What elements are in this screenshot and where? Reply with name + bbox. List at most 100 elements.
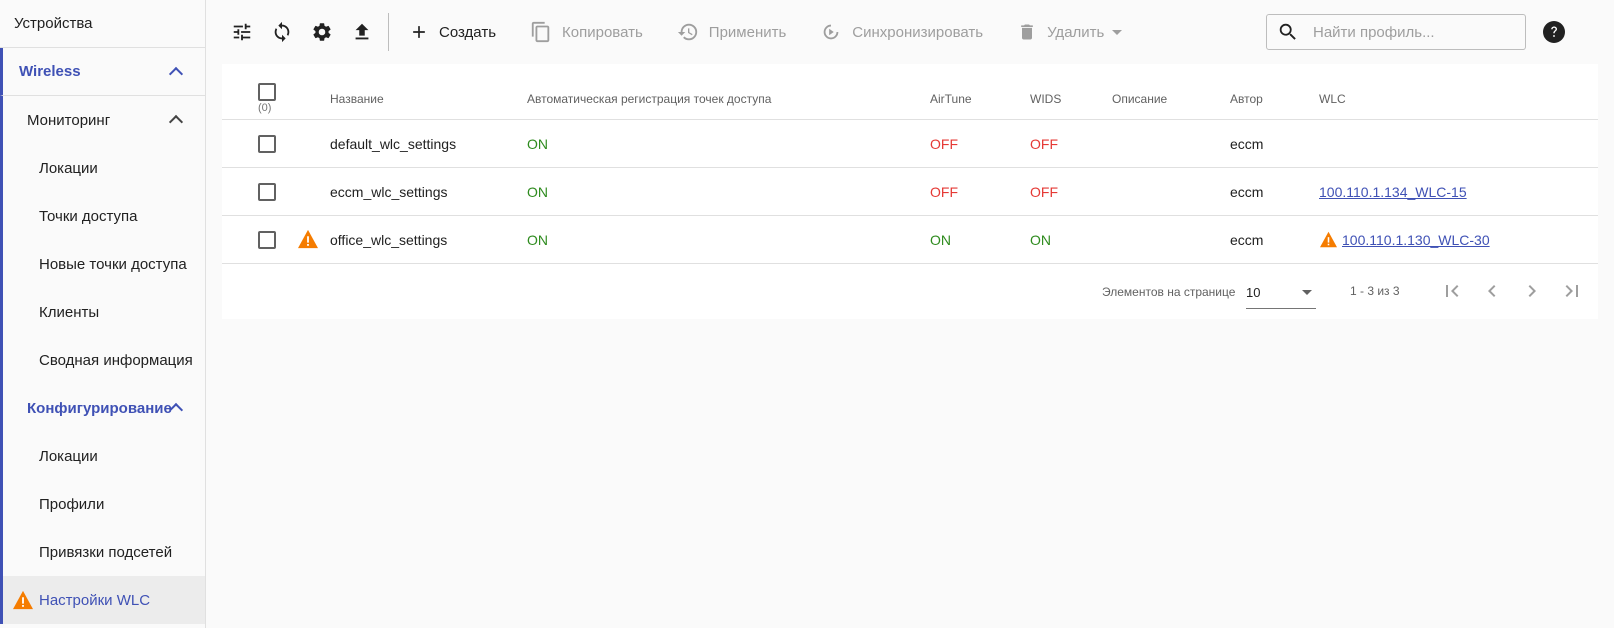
page-size-select[interactable]: 10 [1246, 279, 1316, 309]
warning-icon [1320, 231, 1337, 248]
table-row[interactable]: default_wlc_settings ON OFF OFF eccm [222, 120, 1598, 168]
sidebar-item-subnet-bindings[interactable]: Привязки подсетей [0, 528, 205, 576]
copy-button[interactable]: Копировать [526, 12, 655, 52]
row-checkbox[interactable] [258, 231, 276, 249]
wlc-link[interactable]: 100.110.1.134_WLC-15 [1319, 184, 1467, 200]
sidebar-item-label: Локации [39, 447, 98, 465]
cell-author: eccm [1230, 231, 1264, 248]
column-header-wids[interactable]: WIDS [1030, 92, 1061, 106]
page-size-label: Элементов на странице [1102, 285, 1236, 299]
sidebar: Устройства Wireless Мониторинг Локации Т… [0, 0, 206, 628]
page-range: 1 - 3 из 3 [1350, 284, 1400, 298]
cell-name: office_wlc_settings [330, 231, 448, 248]
cell-author: eccm [1230, 135, 1264, 152]
history-icon [677, 23, 697, 41]
chevron-up-icon [168, 114, 184, 130]
profiles-table: (0) Название Автоматическая регистрация … [222, 64, 1598, 319]
create-button-label: Создать [439, 23, 497, 41]
trash-icon [1021, 24, 1033, 40]
sidebar-section-wireless[interactable]: Wireless [0, 48, 205, 96]
sidebar-item-label: Новые точки доступа [39, 255, 187, 273]
settings-button[interactable] [302, 12, 342, 52]
sidebar-group-configuration[interactable]: Конфигурирование [0, 384, 205, 432]
sidebar-item-label: Привязки подсетей [39, 543, 173, 561]
delete-button[interactable]: Удалить [1013, 12, 1134, 52]
sidebar-group-label: Мониторинг [27, 111, 111, 129]
cell-wids: ON [1030, 231, 1051, 248]
table-row[interactable]: eccm_wlc_settings ON OFF OFF eccm 100.11… [222, 168, 1598, 216]
table-header: (0) Название Автоматическая регистрация … [222, 64, 1598, 120]
plus-icon [413, 26, 425, 38]
sync-icon [274, 21, 290, 43]
sidebar-item-label: Точки доступа [39, 207, 138, 225]
search-box [1266, 14, 1526, 50]
paginator: Элементов на странице 10 1 - 3 из 3 [222, 263, 1598, 319]
cell-airtune: ON [930, 231, 951, 248]
caret-down-icon [1112, 29, 1123, 35]
sidebar-item-config-locations[interactable]: Локации [0, 432, 205, 480]
cell-auto-registration: ON [527, 135, 548, 152]
upload-button[interactable] [342, 12, 382, 52]
sidebar-item-new-access-points[interactable]: Новые точки доступа [0, 240, 205, 288]
cell-wids: OFF [1030, 183, 1058, 200]
sidebar-item-profiles[interactable]: Профили [0, 480, 205, 528]
sync-button-label: Синхронизировать [852, 23, 984, 41]
sidebar-item-wlc-settings[interactable]: Настройки WLC [0, 576, 205, 624]
sidebar-item-label: Локации [39, 159, 98, 177]
warning-icon [298, 229, 318, 249]
next-page-icon[interactable] [1520, 279, 1544, 303]
cell-name: default_wlc_settings [330, 135, 457, 152]
sidebar-item-label: Устройства [14, 15, 93, 32]
upload-icon [355, 23, 369, 40]
help-icon[interactable] [1542, 20, 1566, 44]
cell-auto-registration: ON [527, 231, 548, 248]
warning-icon [13, 590, 33, 610]
filter-settings-button[interactable] [222, 12, 262, 52]
cell-name: eccm_wlc_settings [330, 183, 448, 200]
refresh-button[interactable] [262, 12, 302, 52]
column-header-author[interactable]: Автор [1230, 92, 1263, 106]
sidebar-group-label: Конфигурирование [27, 399, 172, 417]
cell-author: eccm [1230, 183, 1264, 200]
column-header-auto-registration[interactable]: Автоматическая регистрация точек доступа [527, 92, 771, 106]
select-all-checkbox[interactable] [258, 83, 276, 101]
copy-icon [531, 21, 550, 43]
row-checkbox[interactable] [258, 135, 276, 153]
sidebar-item-devices[interactable]: Устройства [0, 0, 205, 48]
sidebar-item-label: Клиенты [39, 303, 100, 321]
apply-button[interactable]: Применить [673, 12, 799, 52]
column-header-wlc[interactable]: WLC [1319, 92, 1346, 106]
wlc-link[interactable]: 100.110.1.130_WLC-30 [1342, 232, 1490, 248]
sidebar-item-summary[interactable]: Сводная информация [0, 336, 205, 384]
column-header-name[interactable]: Название [330, 92, 384, 106]
previous-page-icon[interactable] [1480, 279, 1504, 303]
chevron-up-icon [168, 66, 184, 81]
toolbar-divider [388, 13, 389, 51]
tune-icon [233, 23, 251, 41]
selected-count: (0) [258, 102, 272, 114]
first-page-icon[interactable] [1440, 279, 1464, 303]
sidebar-item-label: Профили [39, 495, 105, 513]
sidebar-item-access-points[interactable]: Точки доступа [0, 192, 205, 240]
table-row[interactable]: office_wlc_settings ON ON ON eccm 100.11… [222, 216, 1598, 264]
sidebar-item-label: Настройки WLC [39, 591, 151, 609]
sidebar-item-clients[interactable]: Клиенты [0, 288, 205, 336]
cell-airtune: OFF [930, 135, 958, 152]
last-page-icon[interactable] [1560, 279, 1584, 303]
delete-button-label: Удалить [1047, 23, 1105, 41]
page-size-value: 10 [1246, 285, 1261, 300]
cell-wids: OFF [1030, 135, 1058, 152]
column-header-airtune[interactable]: AirTune [930, 92, 972, 106]
search-icon [1279, 23, 1296, 40]
column-header-description[interactable]: Описание [1112, 92, 1167, 106]
cell-auto-registration: ON [527, 183, 548, 200]
sidebar-item-label: Сводная информация [39, 351, 193, 369]
sidebar-group-monitoring[interactable]: Мониторинг [0, 96, 205, 144]
sidebar-item-monitoring-locations[interactable]: Локации [0, 144, 205, 192]
sync-button[interactable]: Синхронизировать [816, 12, 995, 52]
row-checkbox[interactable] [258, 183, 276, 201]
search-input[interactable] [1311, 22, 1511, 42]
apply-button-label: Применить [708, 23, 787, 41]
caret-down-icon [1302, 290, 1312, 295]
create-button[interactable]: Создать [405, 12, 508, 52]
